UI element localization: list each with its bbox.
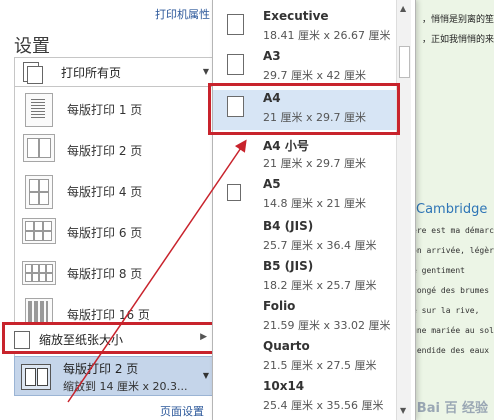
page-icon — [227, 184, 241, 201]
preview-text-line: congé des brumes — [412, 286, 490, 295]
paper-size-executive[interactable]: Executive 18.41 厘米 x 26.67 厘米 — [213, 8, 399, 48]
two-pages-icon — [21, 364, 51, 390]
settings-title: 设置 — [14, 36, 50, 57]
printer-properties-link[interactable]: 打印机属性 — [155, 6, 210, 22]
eight-pages-icon — [22, 261, 56, 285]
paper-size-name: B5 (JIS) — [263, 259, 314, 273]
paper-size-name: A5 — [263, 177, 281, 191]
option-label: 每版打印 16 页 — [67, 308, 150, 322]
six-pages-icon — [22, 218, 56, 244]
preview-text-line: lendide des eaux — [412, 346, 490, 355]
option-label: 每版打印 1 页 — [67, 103, 143, 117]
print-pages-label: 打印所有页 — [61, 66, 122, 80]
dropdown-scrollbar[interactable]: ▲ ▼ — [396, 0, 411, 420]
paper-size-dims: 21 厘米 x 29.7 厘米 — [263, 157, 366, 170]
paper-size-name: Quarto — [263, 339, 310, 353]
two-pages-icon — [23, 134, 55, 162]
scale-page-icon — [14, 331, 30, 349]
preview-text-line: é sur la rive, — [412, 306, 480, 315]
paper-size-name: A4 小号 — [263, 139, 309, 153]
chevron-down-icon: ▼ — [202, 67, 209, 76]
paper-size-name: Folio — [263, 299, 296, 313]
chevron-down-icon: ▼ — [202, 371, 209, 380]
paper-size-dims: 29.7 厘米 x 42 厘米 — [263, 69, 366, 82]
paper-size-dims: 18.2 厘米 x 25.7 厘米 — [263, 279, 377, 292]
paper-size-a4-small[interactable]: A4 小号 21 厘米 x 29.7 厘米 — [213, 136, 399, 176]
current-setting-subtitle: 缩放到 14 厘米 x 20.3... — [63, 380, 188, 393]
paper-size-dims: 18.41 厘米 x 26.67 厘米 — [263, 29, 391, 42]
preview-text-line: une mariée au soleil — [412, 326, 494, 335]
scale-option-label: 缩放至纸张大小 — [39, 333, 124, 347]
preview-text-line: ère est ma démarche — [412, 226, 494, 235]
scale-to-paper-size-option[interactable]: 缩放至纸张大小 ▶ — [2, 322, 218, 354]
scrollbar-thumb[interactable] — [399, 46, 410, 78]
paper-size-name: A3 — [263, 49, 281, 63]
preview-text-line: on arrivée, légère — [412, 246, 494, 255]
option-label: 每版打印 8 页 — [67, 267, 143, 281]
four-pages-icon — [25, 175, 53, 209]
paper-size-dims: 21.5 厘米 x 27.5 厘米 — [263, 359, 377, 372]
paper-size-name: B4 (JIS) — [263, 219, 314, 233]
paper-size-10x14[interactable]: 10x14 25.4 厘米 x 35.56 厘米 — [213, 378, 399, 418]
paper-size-name: 10x14 — [263, 379, 305, 393]
baidu-jingyan-watermark: Bai 百 经验 — [416, 401, 488, 416]
paper-size-dims: 21.59 厘米 x 33.02 厘米 — [263, 319, 391, 332]
page-icon — [227, 54, 244, 75]
print-pages-select[interactable]: 打印所有页 ▼ — [14, 57, 216, 87]
option-label: 每版打印 4 页 — [67, 185, 143, 199]
paper-size-a3[interactable]: A3 29.7 厘米 x 42 厘米 — [213, 48, 399, 88]
option-2-pages[interactable]: 每版打印 2 页 — [15, 130, 215, 170]
current-setting-title: 每版打印 2 页 — [63, 362, 139, 376]
current-pages-per-sheet-select[interactable]: 每版打印 2 页 缩放到 14 厘米 x 20.3... ▼ — [14, 356, 214, 396]
option-label: 每版打印 2 页 — [67, 144, 143, 158]
paper-size-a5[interactable]: A5 14.8 厘米 x 21 厘米 — [213, 176, 399, 216]
option-label: 每版打印 6 页 — [67, 226, 143, 240]
paper-size-dims: 25.4 厘米 x 35.56 厘米 — [263, 399, 384, 412]
page-icon — [227, 14, 244, 35]
preview-heading: Cambridge — [416, 202, 488, 217]
option-6-pages[interactable]: 每版打印 6 页 — [15, 212, 215, 252]
page-setup-link[interactable]: 页面设置 — [160, 403, 204, 419]
preview-text-line: e gentiment — [412, 266, 465, 275]
preview-text-line: ，正如我悄悄的来 — [422, 35, 494, 45]
print-settings-pane: 打印机属性 设置 打印所有页 ▼ 每版打印 1 页 每版打印 2 页 每版打印 … — [0, 0, 220, 420]
scroll-down-icon[interactable]: ▼ — [400, 406, 406, 415]
paper-size-dims: 14.8 厘米 x 21 厘米 — [263, 197, 366, 210]
pages-icon-back — [27, 66, 43, 84]
chevron-right-icon: ▶ — [200, 332, 207, 342]
preview-text-line: ，悄悄是别离的笙箫 — [422, 15, 494, 25]
paper-size-name: Executive — [263, 9, 329, 23]
option-4-pages[interactable]: 每版打印 4 页 — [15, 171, 215, 211]
scroll-up-icon[interactable]: ▲ — [400, 4, 406, 13]
paper-size-dropdown: Executive 18.41 厘米 x 26.67 厘米 A3 29.7 厘米… — [212, 0, 416, 420]
paper-size-b5-jis[interactable]: B5 (JIS) 18.2 厘米 x 25.7 厘米 — [213, 258, 399, 298]
a4-highlight-box — [208, 83, 400, 135]
option-8-pages[interactable]: 每版打印 8 页 — [15, 253, 215, 293]
paper-size-folio[interactable]: Folio 21.59 厘米 x 33.02 厘米 — [213, 298, 399, 338]
option-1-page[interactable]: 每版打印 1 页 — [15, 89, 215, 129]
paper-size-b4-jis[interactable]: B4 (JIS) 25.7 厘米 x 36.4 厘米 — [213, 218, 399, 258]
paper-size-dims: 25.7 厘米 x 36.4 厘米 — [263, 239, 377, 252]
one-page-icon — [25, 93, 53, 127]
paper-size-quarto[interactable]: Quarto 21.5 厘米 x 27.5 厘米 — [213, 338, 399, 378]
